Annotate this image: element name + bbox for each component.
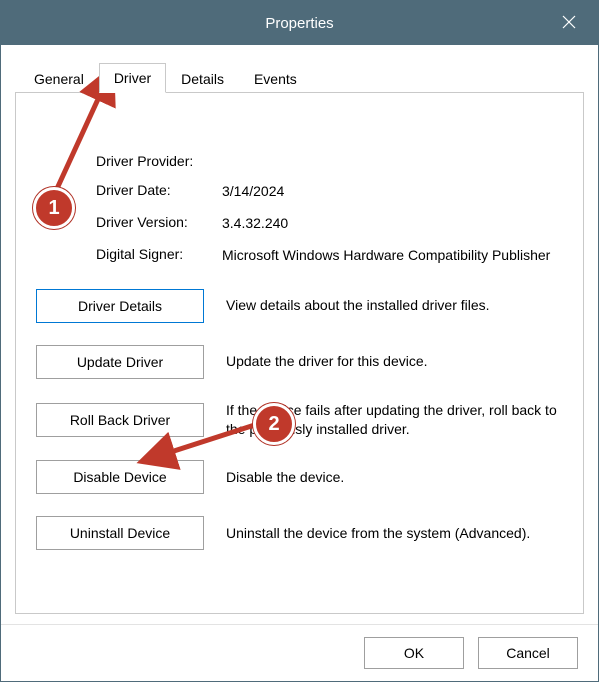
tab-strip: General Driver Details Events [19, 61, 584, 93]
version-value: 3.4.32.240 [220, 214, 567, 233]
update-driver-desc: Update the driver for this device. [226, 352, 567, 371]
driver-actions: Driver Details View details about the in… [36, 289, 567, 551]
dialog-footer: OK Cancel [1, 624, 598, 681]
provider-value [220, 153, 567, 169]
roll-back-driver-button[interactable]: Roll Back Driver [36, 403, 204, 437]
tab-general[interactable]: General [19, 64, 99, 93]
client-area: General Driver Details Events Driver Pro… [1, 45, 598, 624]
properties-window: Properties General Driver Details Events… [0, 0, 599, 682]
date-value: 3/14/2024 [220, 182, 567, 201]
ok-button[interactable]: OK [364, 637, 464, 669]
titlebar: Properties [1, 1, 598, 45]
driver-details-button[interactable]: Driver Details [36, 289, 204, 323]
driver-info-grid: Driver Provider: Driver Date: 3/14/2024 … [96, 153, 567, 265]
tab-details[interactable]: Details [166, 64, 239, 93]
tab-events[interactable]: Events [239, 64, 312, 93]
uninstall-device-button[interactable]: Uninstall Device [36, 516, 204, 550]
roll-back-driver-desc: If the device fails after updating the d… [226, 401, 567, 439]
uninstall-device-desc: Uninstall the device from the system (Ad… [226, 524, 567, 543]
version-label: Driver Version: [96, 214, 216, 233]
window-title: Properties [1, 15, 598, 32]
cancel-button[interactable]: Cancel [478, 637, 578, 669]
signer-value: Microsoft Windows Hardware Compatibility… [220, 246, 567, 265]
close-button[interactable] [540, 1, 598, 45]
driver-details-desc: View details about the installed driver … [226, 296, 567, 315]
tab-driver[interactable]: Driver [99, 63, 166, 93]
driver-tab-panel: Driver Provider: Driver Date: 3/14/2024 … [15, 92, 584, 614]
provider-label: Driver Provider: [96, 153, 216, 169]
close-icon [561, 14, 577, 33]
disable-device-button[interactable]: Disable Device [36, 460, 204, 494]
signer-label: Digital Signer: [96, 246, 216, 265]
date-label: Driver Date: [96, 182, 216, 201]
disable-device-desc: Disable the device. [226, 468, 567, 487]
update-driver-button[interactable]: Update Driver [36, 345, 204, 379]
